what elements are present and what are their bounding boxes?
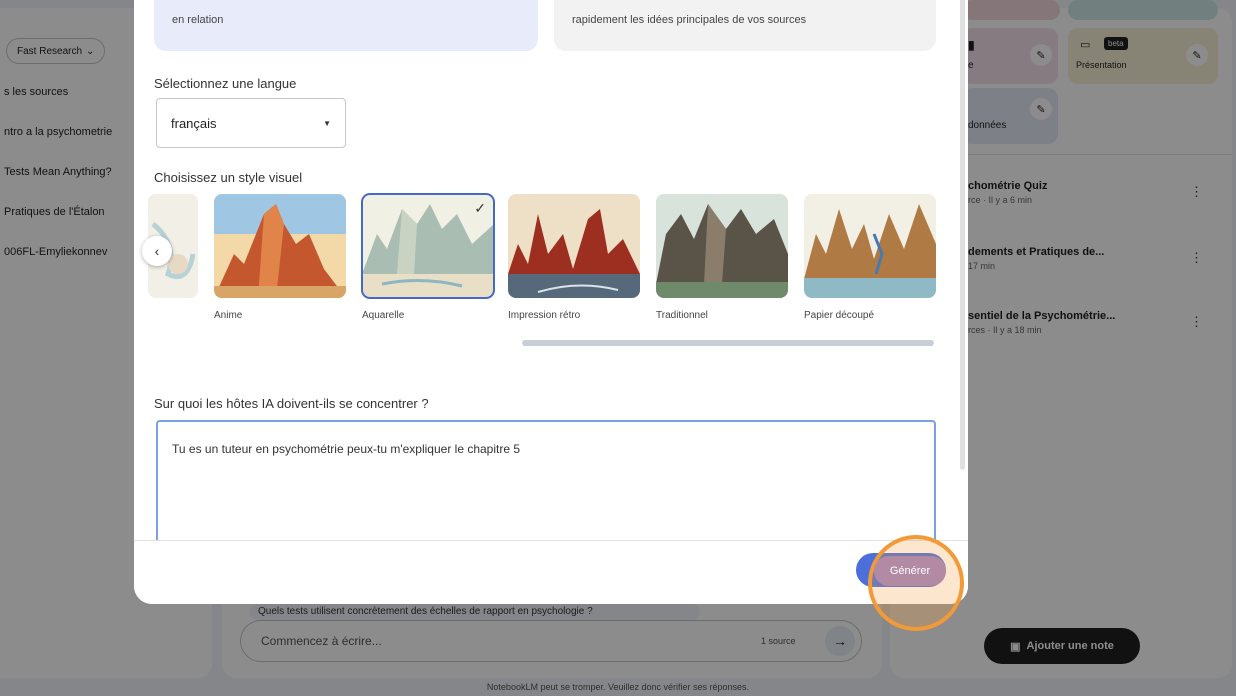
style-tile-anime[interactable]	[214, 194, 346, 298]
style-thumbnail	[804, 194, 936, 298]
dialog-scrollbar[interactable]	[960, 0, 965, 470]
style-name: Papier découpé	[804, 310, 875, 321]
style-tile-traditionnel[interactable]	[656, 194, 788, 298]
language-value: français	[171, 115, 217, 131]
focus-text: Tu es un tuteur en psychométrie peux-tu …	[172, 442, 521, 456]
format-description: en relation	[172, 14, 224, 26]
format-option-card[interactable]: en relation	[154, 0, 538, 51]
focus-textarea[interactable]: Tu es un tuteur en psychométrie peux-tu …	[156, 420, 936, 540]
dialog-footer: Générer	[134, 540, 968, 604]
style-thumbnail	[656, 194, 788, 298]
style-name: Anime	[214, 310, 243, 321]
style-carousel: ‹ Anime ✓ Aquarelle Impression rétro Tra…	[134, 193, 968, 324]
style-tile-impression-retro[interactable]	[508, 194, 640, 298]
dropdown-arrow-icon: ▼	[323, 118, 331, 128]
generate-label: Générer	[889, 565, 931, 577]
format-option-card[interactable]: rapidement les idées principales de vos …	[554, 0, 936, 51]
language-select[interactable]: français ▼	[156, 98, 346, 148]
chevron-left-icon: ‹	[154, 243, 160, 259]
style-tile-aquarelle[interactable]: ✓	[361, 193, 495, 299]
style-name: Traditionnel	[656, 310, 708, 321]
style-label: Choisissez un style visuel	[154, 170, 303, 185]
language-label: Sélectionnez une langue	[154, 76, 297, 91]
style-name: Aquarelle	[362, 310, 405, 321]
carousel-prev-button[interactable]: ‹	[142, 236, 172, 266]
style-name: Impression rétro	[508, 310, 581, 321]
dialog-content: en relation rapidement les idées princip…	[134, 0, 968, 540]
focus-label: Sur quoi les hôtes IA doivent-ils se con…	[154, 396, 429, 411]
style-tile-papier-decoupe[interactable]	[804, 194, 936, 298]
check-icon: ✓	[474, 200, 486, 216]
generate-button-highlight[interactable]: Générer	[874, 556, 946, 586]
style-thumbnail	[214, 194, 346, 298]
style-thumbnail	[508, 194, 640, 298]
customize-dialog: en relation rapidement les idées princip…	[134, 0, 968, 604]
carousel-scrollbar[interactable]	[522, 340, 934, 346]
format-description: rapidement les idées principales de vos …	[572, 14, 807, 26]
